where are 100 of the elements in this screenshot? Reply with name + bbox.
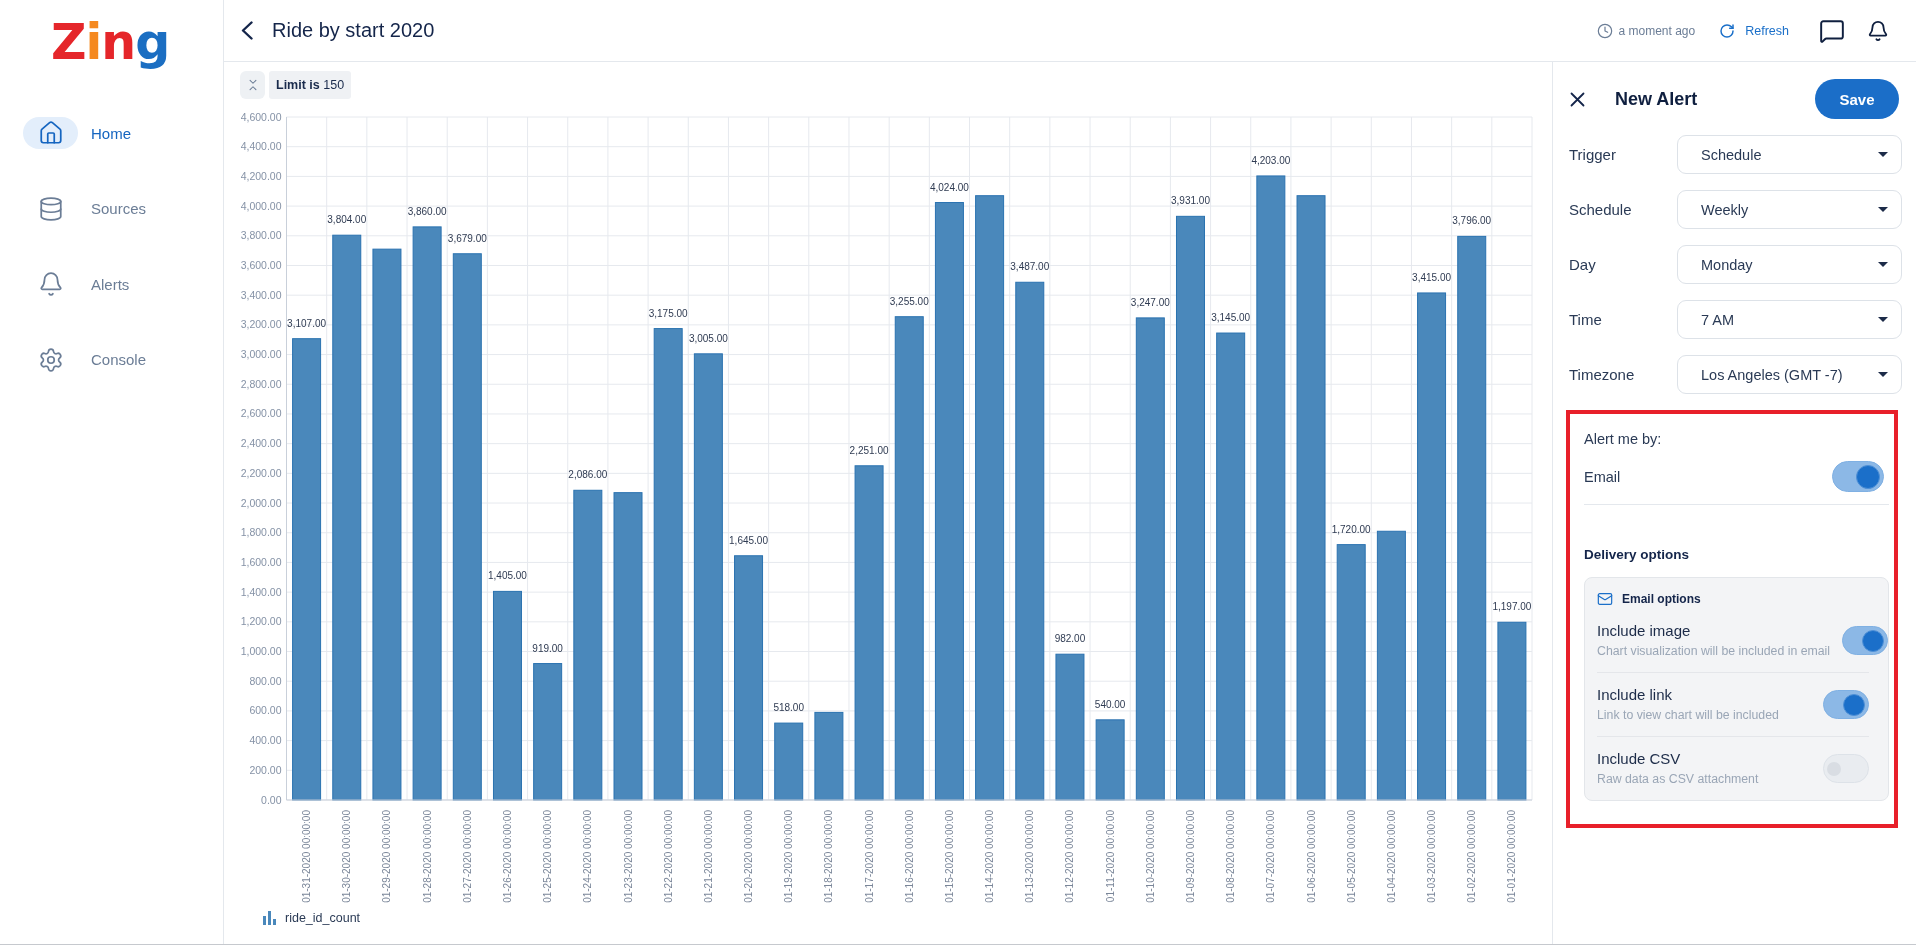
toggle-switch[interactable]: [1842, 626, 1889, 655]
caret-down-icon: [1878, 152, 1888, 157]
envelope-icon: [1597, 591, 1613, 607]
y-axis-label: 2,800.00: [240, 377, 282, 390]
value-label: 1,645.00: [729, 534, 768, 546]
row-limit-indicator: Limit is 150: [269, 71, 352, 99]
caret-down-icon: [1878, 262, 1888, 267]
value-label: 1,720.00: [1331, 523, 1371, 535]
field-label: Timezone: [1569, 366, 1635, 383]
y-axis-label: 3,800.00: [240, 229, 282, 242]
value-label: 3,247.00: [1130, 296, 1170, 308]
toggle-switch[interactable]: [1823, 690, 1869, 719]
x-axis-label: 01-29-2020 00:00:00: [381, 810, 393, 903]
dropdown[interactable]: Monday: [1677, 245, 1902, 284]
y-axis-label: 400.00: [249, 734, 282, 747]
clock-icon: [1596, 22, 1613, 39]
section-heading: Delivery options: [1584, 547, 1690, 563]
page-title: Ride by start 2020: [272, 19, 435, 42]
value-label: 3,796.00: [1452, 215, 1492, 227]
value-label: 4,203.00: [1251, 154, 1291, 166]
channel-label: Email: [1584, 467, 1621, 486]
x-axis-label: 01-17-2020 00:00:00: [863, 810, 875, 903]
y-axis-label: 4,400.00: [240, 140, 282, 153]
y-axis-label: 1,600.00: [240, 555, 282, 568]
x-axis-label: 01-16-2020 00:00:00: [903, 810, 915, 903]
caret-down-icon: [1878, 317, 1888, 322]
value-label: 3,145.00: [1211, 312, 1251, 324]
y-axis-label: 2,600.00: [240, 407, 282, 420]
bar-chart-icon: [263, 911, 276, 925]
x-axis-label: 01-03-2020 00:00:00: [1426, 810, 1438, 903]
nav-item[interactable]: Console: [23, 343, 147, 376]
x-axis-label: 01-09-2020 00:00:00: [1185, 810, 1196, 903]
x-axis-label: 01-24-2020 00:00:00: [582, 810, 594, 903]
x-axis-label: 01-23-2020 00:00:00: [622, 810, 634, 903]
x-axis-label: 01-31-2020 00:00:00: [301, 810, 313, 903]
value-label: 3,860.00: [407, 205, 447, 217]
dropdown[interactable]: Schedule: [1677, 135, 1902, 174]
value-label: 4,024.00: [929, 181, 969, 193]
y-axis-label: 3,200.00: [240, 318, 282, 331]
x-axis-label: 01-06-2020 00:00:00: [1305, 810, 1317, 903]
option-description: Raw data as CSV attachment: [1597, 771, 1759, 788]
x-axis-label: 01-08-2020 00:00:00: [1225, 810, 1237, 903]
value-label: 3,931.00: [1171, 195, 1210, 207]
x-axis-label: 01-04-2020 00:00:00: [1385, 810, 1397, 903]
gear-icon: [37, 346, 64, 373]
option-label: Include CSV: [1597, 749, 1681, 769]
bell-icon[interactable]: [1867, 19, 1889, 42]
nav-item[interactable]: Sources: [23, 192, 147, 225]
bell-icon: [37, 271, 64, 297]
field-label: Day: [1569, 256, 1596, 273]
card-title: Email options: [1622, 591, 1701, 607]
save-button[interactable]: Save: [1815, 79, 1899, 119]
caret-down-icon: [1878, 207, 1888, 212]
dropdown[interactable]: 7 AM: [1677, 300, 1902, 339]
refresh-icon: [1719, 22, 1736, 39]
x-axis-label: 01-02-2020 00:00:00: [1466, 810, 1478, 903]
panel-title: New Alert: [1615, 88, 1698, 110]
value-label: 3,487.00: [1010, 261, 1050, 273]
y-axis-label: 800.00: [249, 674, 282, 687]
section-label: Alert me by:: [1584, 430, 1662, 448]
x-axis-label: 01-05-2020 00:00:00: [1345, 810, 1357, 903]
value-label: 3,175.00: [648, 307, 688, 319]
field-label: Time: [1569, 311, 1602, 328]
chevron-left-icon[interactable]: [241, 21, 253, 40]
speech-bubble-icon[interactable]: [1819, 17, 1845, 44]
value-label: 518.00: [773, 702, 804, 714]
toggle-switch[interactable]: [1832, 461, 1884, 492]
value-label: 3,255.00: [889, 295, 929, 307]
dropdown[interactable]: Weekly: [1677, 190, 1902, 229]
value-label: 982.00: [1054, 633, 1086, 645]
y-axis-label: 200.00: [249, 763, 282, 776]
y-axis-label: 3,400.00: [240, 288, 282, 301]
x-axis-label: 01-19-2020 00:00:00: [783, 810, 795, 903]
x-axis-label: 01-21-2020 00:00:00: [702, 810, 714, 903]
y-axis-label: 2,400.00: [240, 437, 282, 450]
x-axis-label: 01-01-2020 00:00:00: [1506, 810, 1518, 903]
refresh-button[interactable]: Refresh: [1719, 22, 1789, 39]
y-axis-label: 2,000.00: [240, 496, 282, 509]
y-axis-label: 1,800.00: [240, 526, 282, 539]
x-axis-label: 01-14-2020 00:00:00: [984, 810, 996, 903]
close-icon[interactable]: [1570, 91, 1585, 107]
nav-item[interactable]: Home: [23, 117, 131, 149]
database-icon: [37, 195, 64, 222]
value-label: 3,804.00: [327, 214, 367, 226]
value-label: 540.00: [1094, 698, 1126, 710]
dropdown[interactable]: Los Angeles (GMT -7): [1677, 355, 1902, 394]
field-label: Trigger: [1569, 146, 1616, 163]
x-axis-label: 01-18-2020 00:00:00: [823, 810, 835, 903]
nav-item[interactable]: Alerts: [23, 268, 130, 300]
x-axis-label: 01-10-2020 00:00:00: [1144, 810, 1156, 903]
value-label: 3,005.00: [688, 332, 728, 344]
field-label: Schedule: [1569, 201, 1632, 218]
x-axis-label: 01-26-2020 00:00:00: [502, 810, 513, 903]
option-description: Link to view chart will be included: [1597, 707, 1779, 724]
value-label: 2,086.00: [568, 469, 608, 481]
y-axis-label: 4,200.00: [240, 169, 282, 182]
y-axis-label: 1,200.00: [240, 615, 282, 628]
value-label: 3,107.00: [287, 317, 327, 329]
house-icon: [23, 117, 78, 149]
y-axis-label: 3,000.00: [240, 348, 282, 361]
